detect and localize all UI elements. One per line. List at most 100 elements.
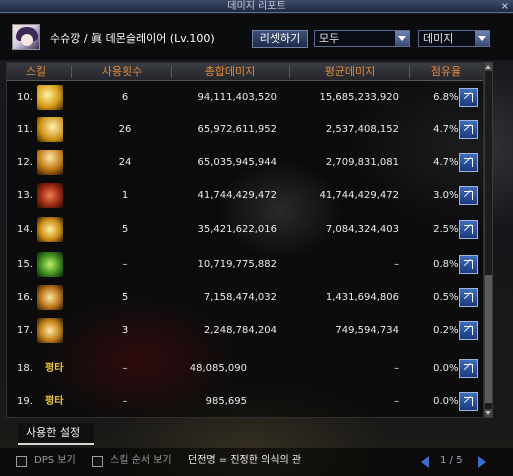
row-index: 18.	[17, 363, 33, 374]
table-row[interactable]: 19. 평타 – 985,695 – 0.0 %	[7, 386, 483, 417]
filter-select[interactable]: 모두	[314, 30, 410, 47]
table-row[interactable]: 16. 5 7,158,474,032 1,431,694,806 0.5 %	[7, 282, 483, 313]
skill-detail-button[interactable]	[459, 392, 478, 411]
skill-icon-vortex	[37, 217, 63, 242]
skill-detail-button[interactable]	[459, 321, 478, 340]
row-index: 12.	[17, 157, 33, 168]
average-damage: 2,537,408,152	[325, 124, 399, 135]
share-percent: 0.0	[433, 396, 449, 407]
skill-detail-button[interactable]	[459, 120, 478, 139]
average-damage: –	[394, 259, 399, 270]
scrollbar-thumb[interactable]	[485, 275, 492, 403]
chevron-down-icon[interactable]	[395, 31, 409, 46]
sort-select-value: 데미지	[423, 32, 454, 45]
bottom-bar: DPS 보기 스킬 순서 보기 던전명 = 진정한 의식의 관 1 / 5	[0, 448, 513, 476]
chevron-down-icon[interactable]	[475, 31, 489, 46]
column-header-uses[interactable]: 사용횟수	[77, 63, 167, 81]
name-separator: /	[83, 32, 88, 45]
use-count: 26	[118, 124, 132, 135]
use-count: 1	[121, 190, 129, 201]
next-page-icon[interactable]	[478, 456, 486, 468]
scroll-up-icon[interactable]	[485, 63, 492, 71]
dps-checkbox[interactable]	[16, 456, 27, 467]
row-index: 13.	[17, 190, 33, 201]
table-row[interactable]: 18. 평타 – 48,085,090 – 0.0 %	[7, 353, 483, 384]
share-unit: %	[449, 396, 459, 407]
skill-detail-button[interactable]	[459, 88, 478, 107]
basic-attack-label: 평타	[45, 363, 64, 374]
total-damage: 35,421,622,016	[197, 224, 277, 235]
skill-icon-crescent	[37, 117, 63, 142]
average-damage: 2,709,831,081	[325, 157, 399, 168]
skill-icon-green-aura	[37, 252, 63, 277]
skill-detail-button[interactable]	[459, 255, 478, 274]
damage-table: 스킬 사용횟수 총합데미지 평균데미지 점유율 10. 6 94,111,403…	[6, 62, 484, 418]
table-row[interactable]: 17. 3 2,248,784,204 749,594,734 0.2 %	[7, 315, 483, 346]
column-divider	[71, 66, 72, 78]
table-row[interactable]: 15. – 10,719,775,882 – 0.8 %	[7, 249, 483, 280]
column-header-average[interactable]: 평균데미지	[293, 63, 407, 81]
share-unit: %	[449, 325, 459, 336]
skill-order-checkbox[interactable]	[92, 456, 103, 467]
total-damage: 10,719,775,882	[197, 259, 277, 270]
share-percent: 4.7	[433, 157, 449, 168]
basic-attack-label: 평타	[45, 396, 64, 407]
row-index: 19.	[17, 396, 33, 407]
share-percent: 0.5	[433, 292, 449, 303]
use-count: –	[122, 259, 128, 270]
skill-detail-button[interactable]	[459, 288, 478, 307]
table-row[interactable]: 14. 5 35,421,622,016 7,084,324,403 2.5 %	[7, 214, 483, 245]
report-header: 수슈깡 / 眞 데몬슬레이어 (Lv.100) 리셋하기 모두 데미지	[0, 14, 513, 60]
skill-detail-button[interactable]	[459, 186, 478, 205]
window-title: 데미지 리포트	[227, 1, 286, 12]
column-header-skill[interactable]: 스킬	[11, 63, 61, 81]
skill-detail-button[interactable]	[459, 220, 478, 239]
share-unit: %	[449, 363, 459, 374]
previous-page-icon[interactable]	[421, 456, 429, 468]
row-index: 10.	[17, 92, 33, 103]
share-unit: %	[449, 92, 459, 103]
column-header-total[interactable]: 총합데미지	[175, 63, 285, 81]
skill-icon-crescent-gold	[37, 318, 63, 343]
share-percent: 6.8	[433, 92, 449, 103]
average-damage: 1,431,694,806	[325, 292, 399, 303]
total-damage: 48,085,090	[189, 363, 247, 374]
row-index: 15.	[17, 259, 33, 270]
table-row[interactable]: 12. 24 65,035,945,944 2,709,831,081 4.7 …	[7, 147, 483, 178]
table-row[interactable]: 11. 26 65,972,611,952 2,537,408,152 4.7 …	[7, 114, 483, 145]
tab-used-settings[interactable]: 사용한 설정	[18, 423, 94, 445]
sort-select[interactable]: 데미지	[418, 30, 490, 47]
use-count: 5	[121, 292, 129, 303]
skill-icon-spikes	[37, 150, 63, 175]
table-row[interactable]: 13. 1 41,744,429,472 41,744,429,472 3.0 …	[7, 180, 483, 211]
close-icon[interactable]: ×	[501, 0, 509, 13]
share-percent: 4.7	[433, 124, 449, 135]
character-name: 수슈깡	[50, 32, 81, 45]
row-index: 16.	[17, 292, 33, 303]
total-damage: 2,248,784,204	[203, 325, 277, 336]
total-damage: 65,972,611,952	[197, 124, 277, 135]
avatar-face	[21, 34, 33, 46]
use-count: 3	[121, 325, 129, 336]
use-count: 6	[121, 92, 129, 103]
average-damage: –	[394, 363, 399, 374]
column-divider	[409, 66, 410, 78]
reset-button[interactable]: 리셋하기	[252, 30, 308, 48]
average-damage: 749,594,734	[335, 325, 399, 336]
table-row[interactable]: 10. 6 94,111,403,520 15,685,233,920 6.8 …	[7, 82, 483, 113]
scroll-down-icon[interactable]	[485, 409, 492, 417]
skill-icon-slash	[37, 85, 63, 110]
dps-toggle-label[interactable]: DPS 보기	[34, 454, 76, 468]
row-index: 17.	[17, 325, 33, 336]
table-scrollbar[interactable]	[484, 62, 493, 418]
row-index: 14.	[17, 224, 33, 235]
filter-select-value: 모두	[319, 32, 340, 45]
column-header-share[interactable]: 점유율	[413, 63, 479, 81]
average-damage: 7,084,324,403	[325, 224, 399, 235]
window-titlebar[interactable]: 데미지 리포트 ×	[0, 0, 513, 13]
skill-detail-button[interactable]	[459, 153, 478, 172]
share-unit: %	[449, 124, 459, 135]
skill-detail-button[interactable]	[459, 359, 478, 378]
page-indicator: 1 / 5	[440, 455, 463, 466]
skill-order-toggle-label[interactable]: 스킬 순서 보기	[110, 454, 172, 468]
